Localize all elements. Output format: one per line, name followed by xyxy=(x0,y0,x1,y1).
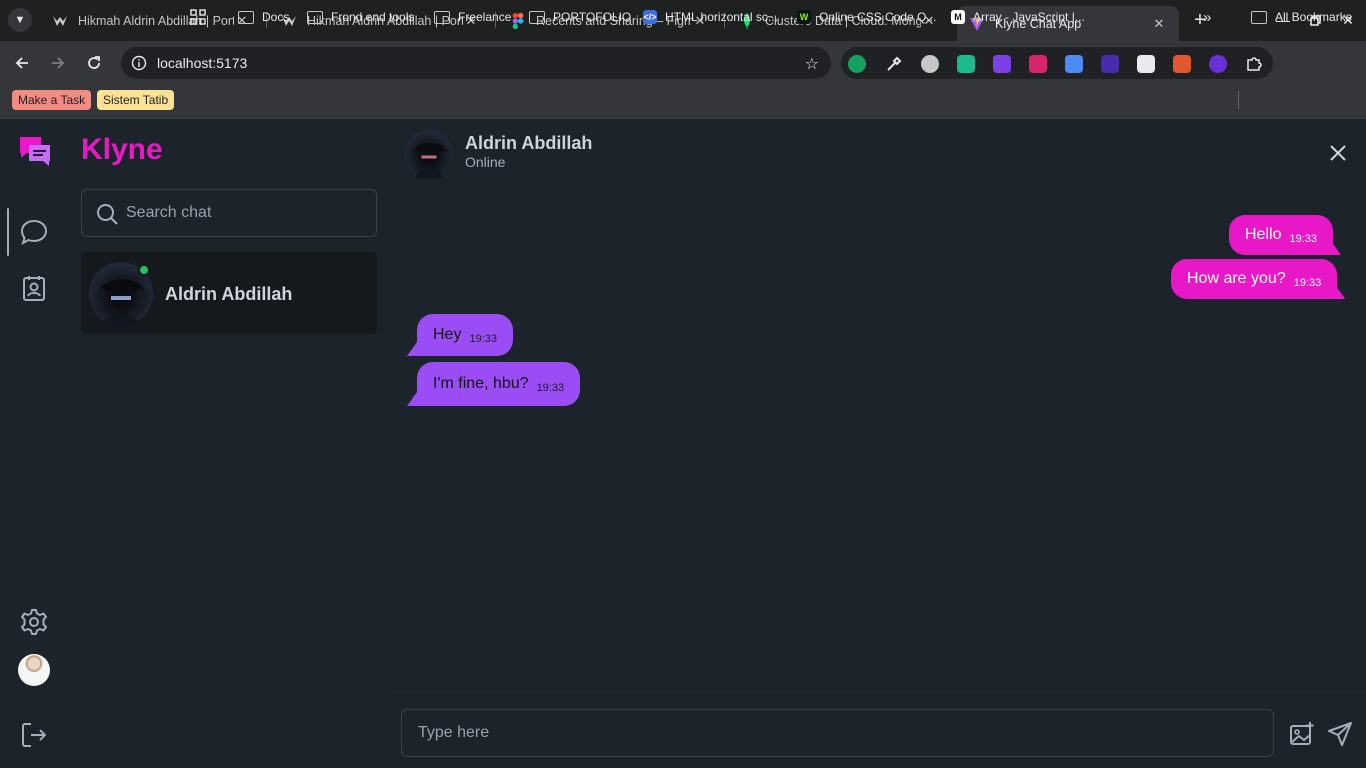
incoming-message: Hey 19:33 xyxy=(417,314,513,356)
bookmarks-divider xyxy=(1238,91,1239,109)
bookmark-folder[interactable]: Frond end tools xyxy=(307,7,414,27)
bookmark-label: Docs xyxy=(262,10,290,24)
search-chat-box[interactable] xyxy=(81,189,377,237)
tab-portfolio-1[interactable]: Hikmah Aldrin Abdillah | Portfolio ✕ xyxy=(40,6,262,35)
contacts-nav-icon[interactable] xyxy=(14,268,54,308)
logout-icon[interactable] xyxy=(14,715,54,755)
search-chat-input[interactable] xyxy=(126,190,366,236)
bookmark-link[interactable]: </> HTML horizontal sc... xyxy=(643,7,778,27)
message-field[interactable] xyxy=(401,709,1274,757)
forward-button[interactable] xyxy=(46,51,70,75)
folder-icon xyxy=(434,10,450,24)
chat-partner-name: Aldrin Abdillah xyxy=(465,133,593,153)
send-message-icon[interactable] xyxy=(1327,721,1353,747)
bookmark-label: Frond end tools xyxy=(331,10,415,24)
message-text: How are you? xyxy=(1187,270,1286,287)
message-text: Hey xyxy=(433,326,462,343)
outgoing-message: How are you? 19:33 xyxy=(1171,259,1338,299)
tab-search-button[interactable]: ▼ xyxy=(8,8,32,32)
all-bookmarks-button[interactable]: All Bookmarks xyxy=(1251,7,1352,27)
bookmark-label: Online CSS Code Q... xyxy=(819,10,937,24)
close-chat-icon[interactable] xyxy=(1326,141,1350,165)
app-brand-title: Klyne xyxy=(81,133,163,166)
w-logo-icon: W xyxy=(797,10,811,24)
eyedropper-icon[interactable] xyxy=(885,55,903,73)
extensions-puzzle-icon[interactable] xyxy=(1245,55,1263,73)
extension-violet-icon[interactable] xyxy=(1101,55,1119,73)
folder-icon xyxy=(1251,10,1267,24)
extension-blue-icon[interactable] xyxy=(1065,55,1083,73)
bookmark-folder[interactable]: PORTOFOLIO xyxy=(529,7,631,27)
message-text: Hello xyxy=(1245,226,1282,243)
url-text: localhost:5173 xyxy=(157,55,248,71)
reload-button[interactable] xyxy=(82,51,106,75)
chat-partner-status: Online xyxy=(465,154,506,170)
bookmark-label: All Bookmarks xyxy=(1275,10,1352,24)
user-avatar[interactable] xyxy=(18,654,50,686)
extension-circle-icon[interactable] xyxy=(1209,55,1227,73)
bookmark-label: Array - JavaScript |... xyxy=(973,10,1085,24)
bookmark-chip[interactable]: Sistem Tatib xyxy=(97,90,175,110)
contact-list-item[interactable]: Aldrin Abdillah xyxy=(81,252,377,334)
bookmark-label: PORTOFOLIO xyxy=(553,10,632,24)
apps-grid-icon[interactable] xyxy=(190,7,206,27)
online-status-dot xyxy=(138,264,150,276)
chat-header: Aldrin Abdillah Online xyxy=(393,121,1366,185)
bookmark-folder[interactable]: Freelance xyxy=(434,7,511,27)
extension-green-icon[interactable] xyxy=(957,55,975,73)
side-rail xyxy=(0,121,68,768)
klyne-logo-icon xyxy=(17,134,53,170)
more-bookmarks-icon[interactable]: » xyxy=(1203,7,1211,27)
bookmarks-bar xyxy=(0,85,1366,120)
bookmark-link[interactable]: M Array - JavaScript |... xyxy=(951,7,1085,27)
address-bar[interactable]: localhost:5173 ☆ xyxy=(121,47,831,79)
message-time: 19:33 xyxy=(1289,233,1317,245)
folder-icon xyxy=(529,10,545,24)
wolf-icon xyxy=(52,13,68,29)
extension-white-icon[interactable] xyxy=(1137,55,1155,73)
browser-toolbar: localhost:5173 ☆ 12 ⋮ xyxy=(0,41,1366,115)
bookmark-folder[interactable]: Docs xyxy=(238,7,289,27)
message-time: 19:33 xyxy=(536,382,565,394)
extension-purple-icon[interactable] xyxy=(993,55,1011,73)
back-button[interactable] xyxy=(10,51,34,75)
message-time: 19:33 xyxy=(469,333,497,345)
tab-title: Hikmah Aldrin Abdillah | Portfolio xyxy=(78,13,234,28)
incoming-message: I'm fine, hbu? 19:33 xyxy=(417,362,581,406)
bookmark-label: HTML horizontal sc... xyxy=(665,10,778,24)
message-composer xyxy=(393,695,1366,768)
chats-nav-icon[interactable] xyxy=(14,212,54,252)
bookmark-star-icon[interactable]: ☆ xyxy=(805,54,819,74)
site-info-icon[interactable] xyxy=(131,55,147,71)
code-icon: </> xyxy=(643,10,657,24)
settings-gear-icon[interactable] xyxy=(14,602,54,642)
figma-icon xyxy=(510,12,526,29)
close-tab-icon[interactable]: ✕ xyxy=(1151,16,1167,32)
extension-gray-icon[interactable] xyxy=(921,55,939,73)
message-time: 19:33 xyxy=(1293,277,1322,289)
chat-partner-avatar[interactable] xyxy=(405,130,453,178)
folder-icon xyxy=(238,10,254,24)
message-input[interactable] xyxy=(402,710,1273,756)
attach-image-icon[interactable] xyxy=(1289,721,1315,747)
active-indicator xyxy=(7,208,9,256)
download-extension-icon[interactable] xyxy=(1029,55,1047,73)
bookmark-chip[interactable]: Make a Task xyxy=(12,90,92,110)
grammarly-icon[interactable] xyxy=(848,55,866,73)
folder-icon xyxy=(307,10,323,24)
message-text: I'm fine, hbu? xyxy=(433,375,529,392)
chat-app: Klyne Aldrin Abdillah Aldrin Abdillah On… xyxy=(0,121,1366,768)
search-icon xyxy=(95,202,119,231)
mdn-icon: M xyxy=(951,10,965,24)
bookmark-link[interactable]: W Online CSS Code Q... xyxy=(797,7,936,27)
extension-orange-icon[interactable] xyxy=(1173,55,1191,73)
outgoing-message: Hello 19:33 xyxy=(1229,215,1333,255)
bookmark-label: Freelance xyxy=(458,10,512,24)
contact-name: Aldrin Abdillah xyxy=(165,284,293,304)
